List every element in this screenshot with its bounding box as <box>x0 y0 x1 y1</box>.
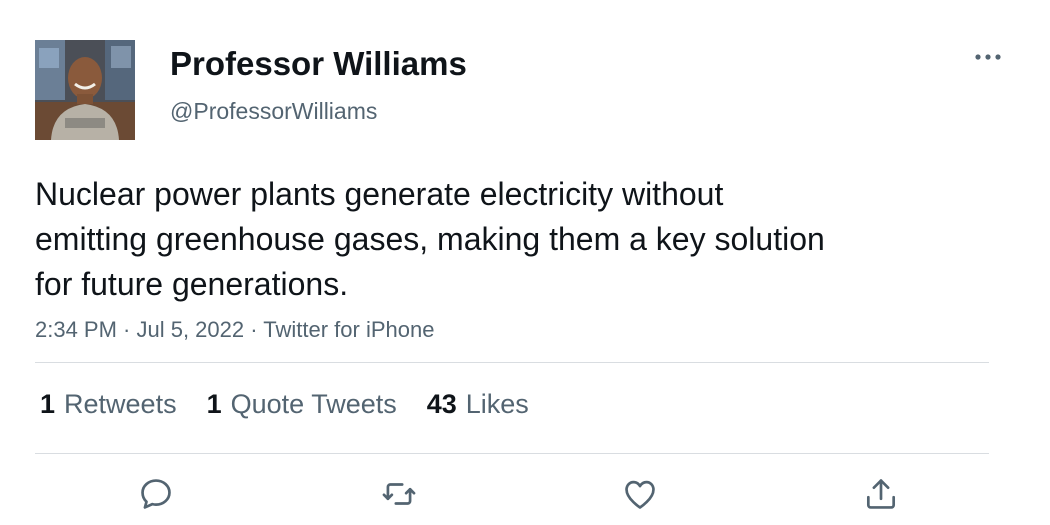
like-button[interactable] <box>619 473 661 515</box>
tweet-text: Nuclear power plants generate electricit… <box>35 176 825 302</box>
divider <box>35 453 989 454</box>
reply-button[interactable] <box>135 473 177 515</box>
reply-icon <box>141 479 171 509</box>
stat-count: 1 <box>206 389 222 419</box>
stat-label: Likes <box>465 389 529 419</box>
retweet-icon <box>382 483 416 505</box>
stat-count: 43 <box>426 389 457 419</box>
divider <box>35 362 989 363</box>
stat-count: 1 <box>40 389 56 419</box>
author-name[interactable]: Professor Williams <box>170 44 467 84</box>
more-options-button[interactable] <box>968 42 1008 72</box>
tweet-meta[interactable]: 2:34 PM · Jul 5, 2022 · Twitter for iPho… <box>35 315 434 345</box>
stat-label: Quote Tweets <box>230 389 397 419</box>
retweet-button[interactable] <box>378 473 420 515</box>
avatar[interactable] <box>35 40 135 140</box>
author-handle[interactable]: @ProfessorWilliams <box>170 96 377 126</box>
stat-quote-tweets[interactable]: 1 Quote Tweets <box>207 386 397 422</box>
share-icon <box>866 479 896 509</box>
stat-label: Retweets <box>64 389 177 419</box>
engagement-stats: 1 Retweets 1 Quote Tweets 43 Likes <box>40 386 559 422</box>
stat-likes[interactable]: 43 Likes <box>427 386 529 422</box>
more-horizontal-icon <box>975 54 1001 60</box>
share-button[interactable] <box>860 473 902 515</box>
heart-icon <box>625 480 655 509</box>
stat-retweets[interactable]: 1 Retweets <box>40 386 177 422</box>
